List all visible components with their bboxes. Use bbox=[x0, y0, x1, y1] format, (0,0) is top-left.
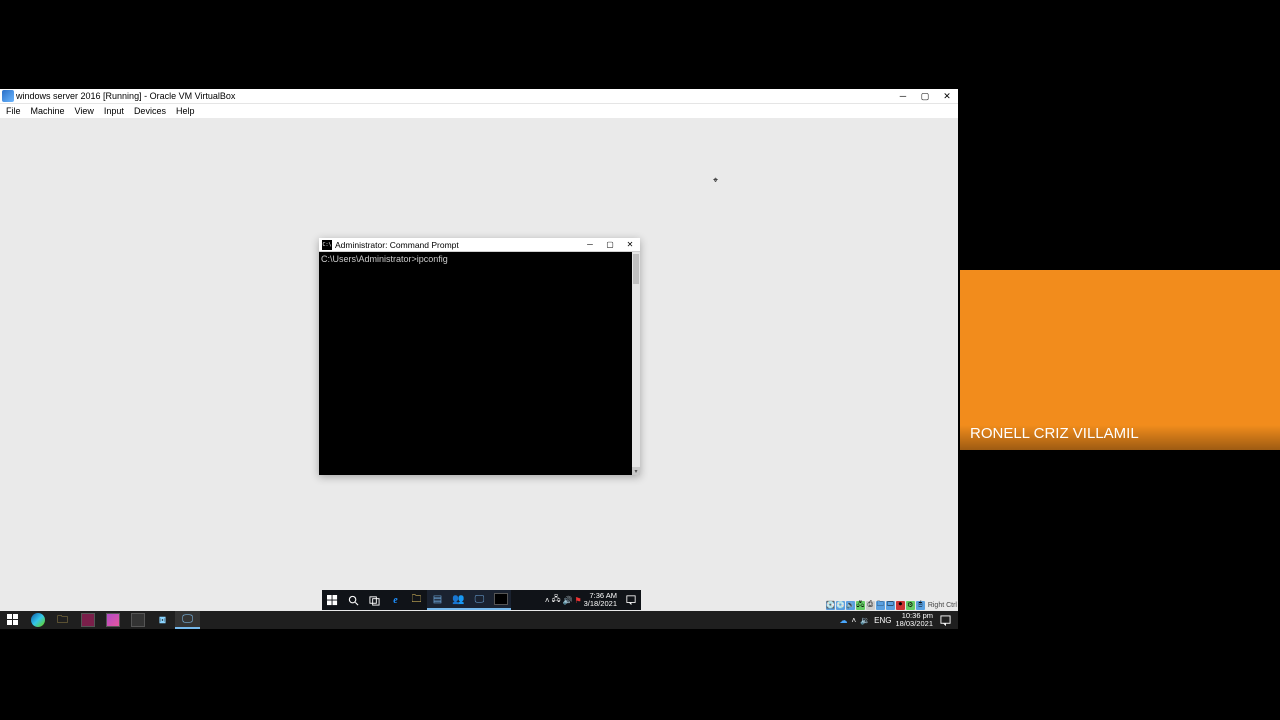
guest-notifications-button[interactable] bbox=[620, 590, 641, 610]
cmd-titlebar[interactable]: Administrator: Command Prompt ─ ▢ ✕ bbox=[319, 238, 640, 252]
guest-taskbar-app1[interactable]: 👥 bbox=[448, 590, 469, 610]
guest-clock[interactable]: 7:36 AM 3/18/2021 bbox=[584, 592, 620, 608]
video-participant-tile: RONELL CRIZ VILLAMIL bbox=[960, 270, 1280, 450]
virtualbox-title: windows server 2016 [Running] - Oracle V… bbox=[16, 91, 892, 101]
host-taskbar-virtualbox[interactable]: ⧈ bbox=[150, 611, 175, 629]
host-taskbar-app3[interactable] bbox=[125, 611, 150, 629]
server-manager-icon: ▤ bbox=[433, 594, 442, 605]
guest-taskbar-app2[interactable]: 🖵 bbox=[469, 590, 490, 610]
vbox-network-icon[interactable]: 🖧 bbox=[856, 601, 865, 610]
guest-taskbar-server-manager[interactable]: ▤ bbox=[427, 590, 448, 610]
host-taskbar-edge[interactable] bbox=[25, 611, 50, 629]
guest-taskbar-cmd[interactable] bbox=[490, 590, 511, 610]
internet-explorer-icon: e bbox=[393, 595, 397, 606]
participant-name: RONELL CRIZ VILLAMIL bbox=[960, 425, 1280, 450]
vbox-audio-icon[interactable]: 🔉 bbox=[846, 601, 855, 610]
cmd-scrollbar[interactable]: ▴ ▾ bbox=[632, 252, 640, 475]
volume-icon[interactable]: 🔊 bbox=[562, 596, 572, 605]
minimize-button[interactable]: ─ bbox=[892, 89, 914, 103]
vbox-cpu-icon[interactable]: ⚙ bbox=[906, 601, 915, 610]
volume-icon[interactable]: 🔉 bbox=[860, 616, 870, 625]
app-icon: 🖵 bbox=[475, 594, 485, 605]
host-taskbar-app1[interactable] bbox=[75, 611, 100, 629]
maximize-button[interactable]: ▢ bbox=[914, 89, 936, 103]
host-date: 18/03/2021 bbox=[895, 620, 933, 628]
close-button[interactable]: ✕ bbox=[936, 89, 958, 103]
cmd-close-button[interactable]: ✕ bbox=[620, 238, 640, 251]
guest-system-tray[interactable]: ˄ 🖧 🔊 ⚑ bbox=[543, 593, 584, 607]
menu-devices[interactable]: Devices bbox=[130, 106, 170, 116]
menu-input[interactable]: Input bbox=[100, 106, 128, 116]
guest-taskbar-explorer[interactable]: 🗀 bbox=[406, 590, 427, 610]
folder-icon: 🗀 bbox=[57, 611, 68, 630]
host-taskbar-explorer[interactable]: 🗀 bbox=[50, 611, 75, 629]
host-notifications-button[interactable] bbox=[933, 611, 958, 629]
guest-taskview-button[interactable] bbox=[364, 590, 385, 610]
guest-start-button[interactable] bbox=[322, 590, 343, 610]
cmd-title: Administrator: Command Prompt bbox=[335, 240, 580, 250]
cmd-minimize-button[interactable]: ─ bbox=[580, 238, 600, 251]
guest-search-button[interactable] bbox=[343, 590, 364, 610]
scroll-thumb[interactable] bbox=[633, 254, 639, 284]
vbox-optical-icon[interactable]: 💿 bbox=[836, 601, 845, 610]
host-taskbar-app2[interactable] bbox=[100, 611, 125, 629]
virtualbox-menubar: File Machine View Input Devices Help bbox=[0, 104, 958, 118]
vbox-display-icon[interactable]: 🖵 bbox=[886, 601, 895, 610]
cmd-icon bbox=[494, 593, 508, 605]
host-taskbar-vm-window[interactable]: 🖵 bbox=[175, 611, 200, 629]
scroll-down-icon[interactable]: ▾ bbox=[632, 467, 640, 475]
host-taskbar: 🗀 ⧈ 🖵 ☁ ˄ 🔉 ENG 10:36 pm 18/03/2021 bbox=[0, 611, 958, 629]
virtualbox-titlebar[interactable]: windows server 2016 [Running] - Oracle V… bbox=[0, 89, 958, 104]
guest-mouse-cursor: ⌖ bbox=[713, 175, 718, 186]
shield-icon[interactable]: ⚑ bbox=[574, 596, 581, 605]
vbox-mouse-icon[interactable]: 🖰 bbox=[916, 601, 925, 610]
folder-icon: 🗀 bbox=[412, 592, 422, 609]
app-icon bbox=[131, 613, 145, 627]
vbox-host-key: Right Ctrl bbox=[928, 602, 957, 609]
vbox-hdd-icon[interactable]: 💽 bbox=[826, 601, 835, 610]
guest-taskbar: e 🗀 ▤ 👥 🖵 ˄ 🖧 🔊 ⚑ 7:36 AM 3/18/2021 bbox=[322, 590, 641, 610]
menu-help[interactable]: Help bbox=[172, 106, 199, 116]
app-icon bbox=[81, 613, 95, 627]
virtualbox-status-bar: 💽 💿 🔉 🖧 ⎙ 🗀 🖵 ⏺ ⚙ 🖰 Right Ctrl bbox=[826, 600, 957, 610]
host-system-tray[interactable]: ☁ ˄ 🔉 ENG bbox=[839, 616, 895, 625]
chevron-up-icon[interactable]: ˄ bbox=[851, 616, 856, 625]
vm-window-icon: 🖵 bbox=[182, 613, 193, 626]
virtualbox-app-icon bbox=[2, 90, 14, 102]
vbox-usb-icon[interactable]: ⎙ bbox=[866, 601, 875, 610]
edge-icon bbox=[31, 613, 45, 627]
onedrive-icon[interactable]: ☁ bbox=[839, 616, 847, 625]
cmd-line: C:\Users\Administrator>ipconfig bbox=[321, 254, 448, 264]
host-start-button[interactable] bbox=[0, 611, 25, 629]
cmd-output[interactable]: C:\Users\Administrator>ipconfig bbox=[319, 252, 632, 475]
menu-machine[interactable]: Machine bbox=[27, 106, 69, 116]
vbox-shared-icon[interactable]: 🗀 bbox=[876, 601, 885, 610]
vbox-record-icon[interactable]: ⏺ bbox=[896, 601, 905, 610]
menu-view[interactable]: View bbox=[71, 106, 98, 116]
host-clock[interactable]: 10:36 pm 18/03/2021 bbox=[895, 612, 933, 628]
cmd-maximize-button[interactable]: ▢ bbox=[600, 238, 620, 251]
app-icon: 👥 bbox=[452, 594, 464, 605]
guest-taskbar-ie[interactable]: e bbox=[385, 590, 406, 610]
virtualbox-icon: ⧈ bbox=[159, 614, 166, 627]
network-icon[interactable]: 🖧 bbox=[552, 593, 561, 607]
chevron-up-icon[interactable]: ˄ bbox=[545, 596, 550, 605]
cmd-window[interactable]: Administrator: Command Prompt ─ ▢ ✕ C:\U… bbox=[319, 238, 640, 475]
menu-file[interactable]: File bbox=[2, 106, 25, 116]
cmd-app-icon bbox=[322, 240, 332, 250]
virtualbox-client-area: ⌖ Administrator: Command Prompt ─ ▢ ✕ C:… bbox=[0, 118, 958, 611]
app-icon bbox=[106, 613, 120, 627]
virtualbox-window: windows server 2016 [Running] - Oracle V… bbox=[0, 89, 958, 611]
host-tray-lang[interactable]: ENG bbox=[874, 616, 891, 625]
guest-date: 3/18/2021 bbox=[584, 600, 617, 608]
